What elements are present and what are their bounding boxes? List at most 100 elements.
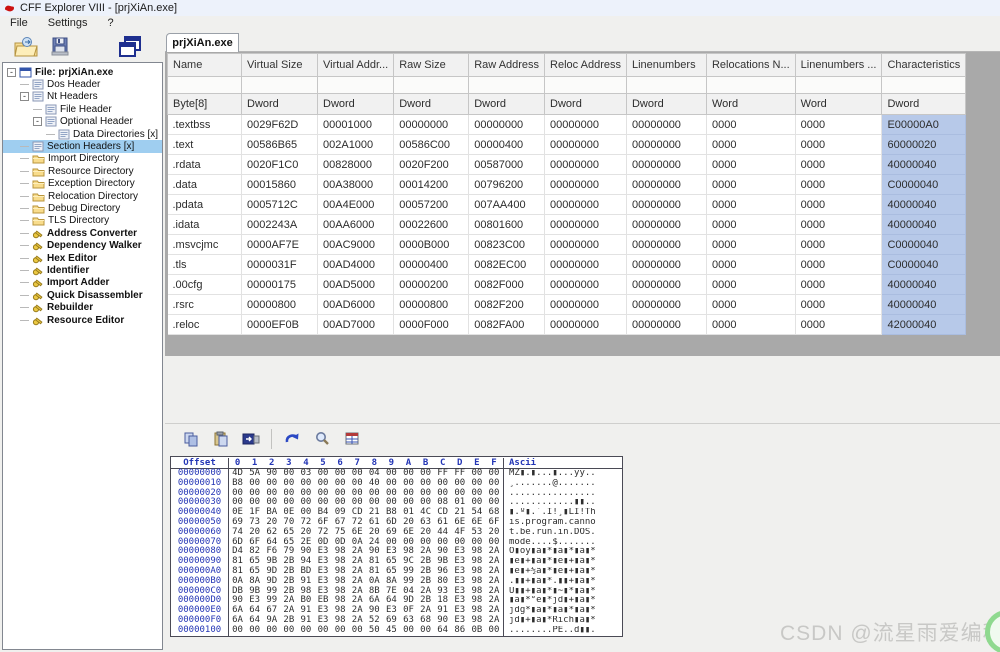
value-cell[interactable]: 00000000 (626, 155, 706, 175)
hex-byte[interactable]: 00 (263, 626, 280, 636)
hex-ascii[interactable]: jd▮+▮ã▮*Rich▮ã▮* (503, 616, 622, 626)
tree-item-optional-header[interactable]: -Optional Header (3, 116, 162, 128)
value-cell[interactable]: 0082FA00 (469, 315, 545, 335)
value-cell[interactable]: 42000040 (882, 315, 966, 335)
tree-item-identifier[interactable]: Identifier (3, 264, 162, 276)
value-cell[interactable]: 00796200 (469, 175, 545, 195)
value-cell[interactable]: 40000040 (882, 155, 966, 175)
hex-ascii[interactable]: t.be.run.in.DOS. (503, 528, 622, 538)
value-cell[interactable]: 00000000 (626, 195, 706, 215)
section-name-cell[interactable]: .pdata (168, 195, 242, 215)
value-cell[interactable]: 00AD4000 (318, 255, 394, 275)
value-cell[interactable]: 00586B65 (242, 135, 318, 155)
value-cell[interactable]: 00000000 (626, 255, 706, 275)
value-cell[interactable]: 0000 (706, 155, 795, 175)
value-cell[interactable]: 0082EC00 (469, 255, 545, 275)
value-cell[interactable]: 00000000 (626, 175, 706, 195)
value-cell[interactable]: 0000 (706, 295, 795, 315)
column-header-linenumbers[interactable]: Linenumbers ... (795, 54, 882, 77)
hex-ascii[interactable]: Û▮▮+▮ã▮*▮~▮*▮ã▮* (503, 587, 622, 597)
hex-byte[interactable]: 64 (434, 626, 451, 636)
value-cell[interactable]: C0000040 (882, 175, 966, 195)
tree-item-file-header[interactable]: File Header (3, 103, 162, 115)
value-cell[interactable]: 0000 (706, 255, 795, 275)
value-cell[interactable]: 40000040 (882, 295, 966, 315)
hex-byte[interactable]: 00 (314, 626, 331, 636)
tab-prjxian-exe[interactable]: prjXiAn.exe (166, 33, 239, 52)
windows-button[interactable] (116, 34, 144, 60)
value-cell[interactable]: 0000 (795, 135, 882, 155)
tree-item-hex-editor[interactable]: Hex Editor (3, 252, 162, 264)
tree-item-resource-directory[interactable]: Resource Directory (3, 165, 162, 177)
value-cell[interactable]: 00587000 (469, 155, 545, 175)
value-cell[interactable]: 0000 (706, 275, 795, 295)
value-cell[interactable]: 007AA400 (469, 195, 545, 215)
hex-ascii[interactable]: MZ▮.▮...▮...ÿÿ.. (503, 469, 622, 479)
hex-ascii[interactable]: ▮e▮+▮ã▮*▮e▮+▮ã▮* (503, 557, 622, 567)
hex-ascii[interactable]: ................ (503, 489, 622, 499)
tree-item-import-directory[interactable]: Import Directory (3, 153, 162, 165)
value-cell[interactable]: 00000000 (626, 135, 706, 155)
tree-expander-icon[interactable]: - (20, 92, 29, 101)
value-cell[interactable]: 00000000 (626, 295, 706, 315)
hex-byte[interactable]: 0B (468, 626, 485, 636)
value-cell[interactable]: 00000400 (469, 135, 545, 155)
value-cell[interactable]: 00000400 (394, 255, 469, 275)
value-cell[interactable]: 00022600 (394, 215, 469, 235)
value-cell[interactable]: 0000EF0B (242, 315, 318, 335)
tree-expander-icon[interactable]: - (7, 68, 16, 77)
value-cell[interactable]: 00000000 (545, 115, 627, 135)
hex-ascii[interactable]: ............▮▮.. (503, 498, 622, 508)
section-name-cell[interactable]: .rsrc (168, 295, 242, 315)
column-header-name[interactable]: Name (168, 54, 242, 77)
value-cell[interactable]: 00823C00 (469, 235, 545, 255)
copy-button[interactable] (179, 428, 203, 450)
value-cell[interactable]: 0020F1C0 (242, 155, 318, 175)
hex-byte[interactable]: 00 (417, 626, 434, 636)
hex-ascii[interactable]: is.program.canno (503, 518, 622, 528)
value-cell[interactable]: 00000000 (545, 295, 627, 315)
tree-item-nt-headers[interactable]: -Nt Headers (3, 91, 162, 103)
tree-item-import-adder[interactable]: Import Adder (3, 277, 162, 289)
section-name-cell[interactable]: .tls (168, 255, 242, 275)
value-cell[interactable]: 0000 (795, 115, 882, 135)
value-cell[interactable]: 0000AF7E (242, 235, 318, 255)
save-button[interactable] (46, 34, 74, 60)
hex-byte[interactable]: 00 (485, 626, 502, 636)
value-cell[interactable]: 0000 (706, 115, 795, 135)
value-cell[interactable]: 0000 (795, 235, 882, 255)
value-cell[interactable]: 00000200 (394, 275, 469, 295)
hex-ascii[interactable]: Ô▮öy▮ã▮*▮ã▮*▮ã▮* (503, 547, 622, 557)
column-header-virtual-size[interactable]: Virtual Size (242, 54, 318, 77)
tree-item-debug-directory[interactable]: Debug Directory (3, 202, 162, 214)
hex-byte[interactable]: 00 (400, 626, 417, 636)
value-cell[interactable]: 0000 (706, 235, 795, 255)
value-cell[interactable]: 00000000 (545, 135, 627, 155)
value-cell[interactable]: 00586C00 (394, 135, 469, 155)
value-cell[interactable]: 0000 (706, 175, 795, 195)
value-cell[interactable]: 0000 (795, 195, 882, 215)
value-cell[interactable]: 0000F000 (394, 315, 469, 335)
hex-byte[interactable]: 00 (349, 626, 366, 636)
tree-item-tls-directory[interactable]: TLS Directory (3, 215, 162, 227)
value-cell[interactable]: 00000000 (545, 255, 627, 275)
value-cell[interactable]: 00000175 (242, 275, 318, 295)
column-header-characteristics[interactable]: Characteristics (882, 54, 966, 77)
value-cell[interactable]: 00000000 (626, 215, 706, 235)
undo-button[interactable] (280, 428, 304, 450)
value-cell[interactable]: 0000 (795, 255, 882, 275)
tree-item-data-directories-x[interactable]: Data Directories [x] (3, 128, 162, 140)
value-cell[interactable]: 00000000 (545, 195, 627, 215)
section-name-cell[interactable]: .idata (168, 215, 242, 235)
column-header-raw-size[interactable]: Raw Size (394, 54, 469, 77)
value-cell[interactable]: 0000031F (242, 255, 318, 275)
tree-item-relocation-directory[interactable]: Relocation Directory (3, 190, 162, 202)
hex-ascii[interactable]: ▮ã▮*°ë▮*jd▮+▮ã▮* (503, 596, 622, 606)
section-name-cell[interactable]: .rdata (168, 155, 242, 175)
tree-item-quick-disassembler[interactable]: Quick Disassembler (3, 289, 162, 301)
value-cell[interactable]: 0000 (795, 215, 882, 235)
value-cell[interactable]: 00828000 (318, 155, 394, 175)
value-cell[interactable]: E00000A0 (882, 115, 966, 135)
value-cell[interactable]: 00000000 (545, 175, 627, 195)
value-cell[interactable]: 0000 (706, 215, 795, 235)
